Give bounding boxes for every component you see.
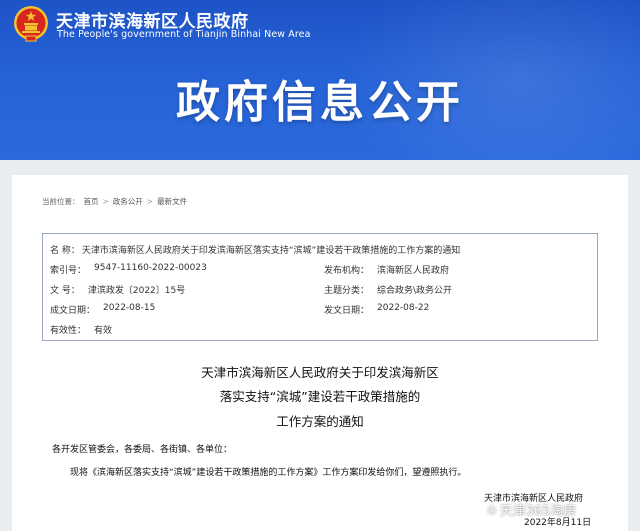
- meta-index-value: 9547-11160-2022-00023: [94, 263, 207, 273]
- meta-published-value: 2022-08-22: [377, 303, 430, 313]
- meta-publisher-value: 滨海新区人民政府: [377, 266, 450, 276]
- watermark-logo-icon: ◎: [487, 503, 497, 516]
- document-title-line-1: 天津市滨海新区人民政府关于印发滨海新区: [201, 365, 439, 380]
- meta-row-publisher: 发布机构： 滨海新区人民政府: [324, 263, 449, 276]
- meta-docno-value: 津滨政发〔2022〕15号: [87, 286, 186, 296]
- breadcrumb-latest-files-link[interactable]: 最新文件: [157, 196, 187, 207]
- breadcrumb-separator: >: [146, 197, 154, 206]
- meta-row-validity: 有效性： 有效: [50, 323, 112, 336]
- breadcrumb-gov-affairs-link[interactable]: 政务公开: [113, 196, 143, 207]
- banner-title: 政府信息公开: [176, 77, 464, 128]
- meta-validity-value: 有效: [94, 326, 113, 336]
- document-title-line-2: 落实支持“滨城”建设若干政策措施的: [219, 389, 421, 404]
- watermark: ◎ 天津365淘房: [487, 500, 576, 519]
- meta-created-label: 成文日期：: [50, 306, 96, 316]
- national-emblem-icon: [14, 6, 48, 42]
- meta-row-published: 发文日期： 2022-08-22: [324, 303, 429, 316]
- meta-row-docno: 文 号： 津滨政发〔2022〕15号: [50, 283, 185, 296]
- breadcrumb-prefix: 当前位置：: [42, 197, 80, 206]
- document-meta-table: 名 称： 天津市滨海新区人民政府关于印发滨海新区落实支持“滨城”建设若干政策措施…: [42, 233, 598, 341]
- meta-docno-label: 文 号：: [50, 286, 80, 296]
- meta-validity-label: 有效性：: [50, 326, 87, 336]
- breadcrumb-home-link[interactable]: 首页: [84, 196, 99, 207]
- meta-row-created: 成文日期： 2022-08-15: [50, 303, 155, 316]
- meta-index-label: 索引号：: [50, 266, 87, 276]
- meta-publisher-label: 发布机构：: [324, 266, 370, 276]
- meta-name-label: 名 称：: [50, 246, 80, 256]
- document-salutation: 各开发区管委会，各委局、各街镇、各单位：: [52, 445, 233, 455]
- meta-name-value: 天津市滨海新区人民政府关于印发滨海新区落实支持“滨城”建设若干政策措施的工作方案…: [81, 246, 461, 256]
- meta-published-label: 发文日期：: [324, 306, 370, 316]
- meta-created-value: 2022-08-15: [103, 303, 156, 313]
- meta-row-category: 主题分类： 综合政务\政务公开: [324, 283, 452, 296]
- document-paragraph: 现将《滨海新区落实支持“滨城”建设若干政策措施的工作方案》工作方案印发给你们，望…: [70, 468, 467, 478]
- meta-category-value: 综合政务\政务公开: [377, 286, 453, 296]
- meta-category-label: 主题分类：: [324, 286, 370, 296]
- watermark-text: 天津365淘房: [499, 504, 577, 519]
- site-name-en: The People's government of Tianjin Binha…: [57, 29, 311, 40]
- breadcrumb: 当前位置： 首页 > 政务公开 > 最新文件: [42, 196, 187, 207]
- header-banner: 天津市滨海新区人民政府 The People's government of T…: [0, 0, 640, 160]
- content-panel: 当前位置： 首页 > 政务公开 > 最新文件 名 称： 天津市滨海新区人民政府关…: [12, 175, 628, 531]
- meta-row-name: 名 称： 天津市滨海新区人民政府关于印发滨海新区落实支持“滨城”建设若干政策措施…: [50, 243, 460, 256]
- breadcrumb-separator: >: [102, 197, 109, 206]
- meta-row-index: 索引号： 9547-11160-2022-00023: [50, 263, 207, 276]
- document-title-line-3: 工作方案的通知: [276, 414, 364, 429]
